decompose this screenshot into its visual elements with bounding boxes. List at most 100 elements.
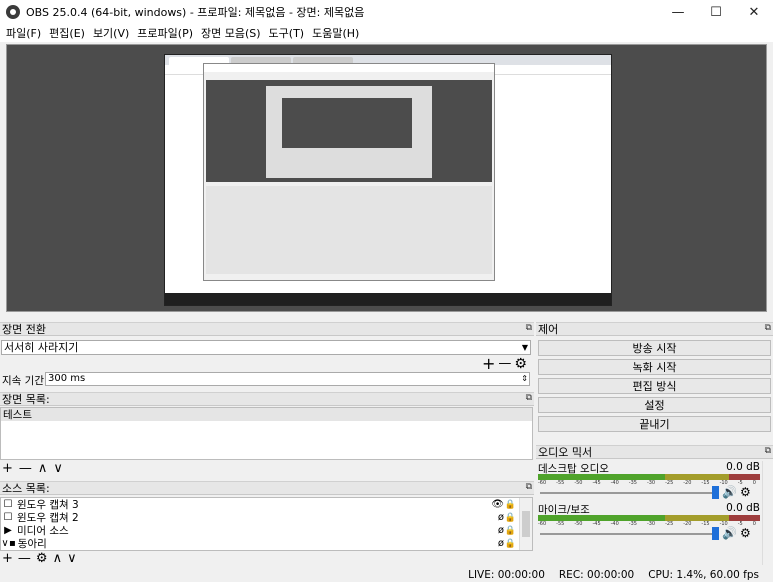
volume-slider-track[interactable] — [540, 492, 712, 494]
volume-slider-track[interactable] — [540, 533, 712, 535]
scene-transition-title: 장면 전환 — [2, 323, 46, 336]
minimize-button[interactable]: — — [659, 0, 697, 24]
menu-file[interactable]: 파일(F) — [2, 25, 45, 41]
source-item[interactable]: ☐ 윈도우 캡쳐 3 👁 🔒 — [1, 498, 532, 511]
lock-icon[interactable]: 🔒 — [505, 539, 516, 549]
cpu-fps: CPU: 1.4%, 60.00 fps — [648, 569, 759, 581]
visibility-icon[interactable]: 👁 — [491, 499, 504, 510]
menu-bar: 파일(F) 편집(E) 보기(V) 프로파일(P) 장면 모음(S) 도구(T)… — [0, 24, 773, 42]
lock-icon[interactable]: 🔒 — [505, 513, 516, 523]
menu-tools[interactable]: 도구(T) — [265, 25, 309, 41]
channel-name: 데스크탑 오디오 — [538, 463, 609, 475]
duration-spinbox[interactable]: 300 ms ⇕ — [45, 372, 530, 386]
duration-value: 300 ms — [48, 373, 86, 384]
settings-button[interactable]: 설정 — [538, 397, 771, 413]
source-toolbar: + — ⚙ ∧ ∨ — [2, 551, 77, 566]
scene-up-button[interactable]: ∧ — [38, 461, 48, 476]
mixer-channel-mic: 마이크/보조 0.0 dB -60 -55 -50 -45 -40 -35 -30 -25 -2… — [538, 502, 760, 529]
scene-item[interactable]: 테스트 — [1, 408, 532, 421]
remove-scene-button[interactable]: — — [19, 461, 32, 476]
transition-toolbar: + — ⚙ — [482, 354, 527, 373]
title-bar: OBS 25.0.4 (64-bit, windows) - 프로파일: 제목없… — [0, 0, 773, 24]
mixer-scrollbar[interactable] — [762, 461, 772, 565]
add-scene-button[interactable]: + — [2, 461, 13, 476]
channel-db: 0.0 dB — [726, 502, 760, 514]
gear-icon[interactable]: ⚙ — [740, 526, 751, 540]
scene-transition-dock-title: 장면 전환 ⧉ — [0, 322, 534, 336]
captured-obs-window — [203, 63, 495, 281]
lock-icon[interactable]: 🔒 — [505, 500, 516, 510]
scene-item-label: 테스트 — [3, 409, 32, 421]
exit-button[interactable]: 끝내기 — [538, 416, 771, 432]
transition-selected-value: 서서히 사라지기 — [4, 341, 79, 354]
volume-slider-handle[interactable] — [712, 485, 719, 499]
float-dock-icon[interactable]: ⧉ — [526, 323, 532, 333]
speaker-icon[interactable]: 🔊 — [722, 526, 737, 540]
scenes-title: 장면 목록: — [2, 393, 50, 406]
close-button[interactable]: ✕ — [735, 0, 773, 24]
scenes-dock-title: 장면 목록: ⧉ — [0, 392, 534, 406]
window-title: OBS 25.0.4 (64-bit, windows) - 프로파일: 제목없… — [26, 6, 365, 19]
chevron-down-icon: ▼ — [521, 343, 528, 352]
source-down-button[interactable]: ∨ — [67, 551, 77, 566]
scene-list[interactable]: 테스트 — [0, 407, 533, 460]
menu-scene-collection[interactable]: 장면 모음(S) — [197, 25, 265, 41]
transition-select[interactable]: 서서히 사라지기 ▼ — [1, 340, 531, 355]
lock-icon[interactable]: 🔒 — [505, 526, 516, 536]
channel-name: 마이크/보조 — [538, 504, 590, 516]
volume-meter — [538, 474, 760, 480]
visibility-icon[interactable]: ø — [498, 525, 504, 536]
menu-edit[interactable]: 편집(E) — [45, 25, 89, 41]
start-streaming-button[interactable]: 방송 시작 — [538, 340, 771, 356]
preview-canvas[interactable] — [6, 44, 767, 312]
remove-source-button[interactable]: — — [18, 551, 31, 566]
source-name: 동아리 — [17, 538, 47, 550]
source-item[interactable]: ☐ 윈도우 캡쳐 2 ø 🔒 — [1, 511, 532, 524]
volume-slider-handle[interactable] — [712, 526, 719, 540]
volume-meter — [538, 515, 760, 521]
float-dock-icon[interactable]: ⧉ — [765, 446, 771, 456]
menu-profile[interactable]: 프로파일(P) — [133, 25, 197, 41]
source-settings-button[interactable]: ⚙ — [36, 551, 48, 566]
add-transition-button[interactable]: + — [482, 354, 495, 373]
menu-help[interactable]: 도움말(H) — [308, 25, 363, 41]
remove-transition-button[interactable]: — — [498, 356, 511, 371]
desktop-volume-controls: 🔊 ⚙ — [712, 485, 751, 499]
transition-settings-button[interactable]: ⚙ — [514, 356, 527, 372]
source-item[interactable]: ▶ 미디어 소스 ø 🔒 — [1, 524, 532, 537]
obs-logo-icon — [6, 5, 20, 19]
scene-down-button[interactable]: ∨ — [53, 461, 63, 476]
menu-view[interactable]: 보기(V) — [89, 25, 133, 41]
maximize-button[interactable]: ☐ — [697, 0, 735, 24]
live-timer: LIVE: 00:00:00 — [468, 569, 545, 581]
speaker-icon[interactable]: 🔊 — [722, 485, 737, 499]
source-list-scrollbar[interactable] — [519, 498, 532, 550]
float-dock-icon[interactable]: ⧉ — [526, 393, 532, 403]
source-group-item[interactable]: ∨ ▪ 동아리 ø 🔒 — [1, 537, 532, 550]
add-source-button[interactable]: + — [2, 551, 13, 566]
mic-volume-controls: 🔊 ⚙ — [712, 526, 751, 540]
start-recording-button[interactable]: 녹화 시작 — [538, 359, 771, 375]
duration-label: 지속 기간 — [2, 375, 44, 387]
rec-timer: REC: 00:00:00 — [558, 569, 635, 581]
channel-db: 0.0 dB — [726, 461, 760, 473]
source-list[interactable]: ☐ 윈도우 캡쳐 3 👁 🔒 ☐ 윈도우 캡쳐 2 ø 🔒 ▶ 미디어 소스 ø… — [0, 497, 533, 551]
chevron-down-icon[interactable]: ∨ — [1, 538, 9, 549]
window-icon: ☐ — [3, 512, 13, 523]
sources-dock-title: 소스 목록: ⧉ — [0, 481, 534, 495]
studio-mode-button[interactable]: 편집 방식 — [538, 378, 771, 394]
visibility-icon[interactable]: ø — [498, 538, 504, 549]
float-dock-icon[interactable]: ⧉ — [526, 482, 532, 492]
float-dock-icon[interactable]: ⧉ — [765, 323, 771, 333]
play-icon: ▶ — [4, 525, 12, 536]
status-bar: LIVE: 00:00:00 REC: 00:00:00 CPU: 1.4%, … — [0, 568, 773, 582]
visibility-icon[interactable]: ø — [498, 512, 504, 523]
window-capture-preview — [164, 54, 612, 306]
window-icon: ☐ — [3, 499, 13, 510]
gear-icon[interactable]: ⚙ — [740, 485, 751, 499]
audio-mixer-dock-title: 오디오 믹서 ⧉ — [536, 445, 773, 459]
spin-arrows-icon[interactable]: ⇕ — [521, 373, 528, 385]
captured-taskbar — [165, 293, 611, 305]
audio-mixer-title: 오디오 믹서 — [538, 446, 593, 459]
source-up-button[interactable]: ∧ — [53, 551, 63, 566]
